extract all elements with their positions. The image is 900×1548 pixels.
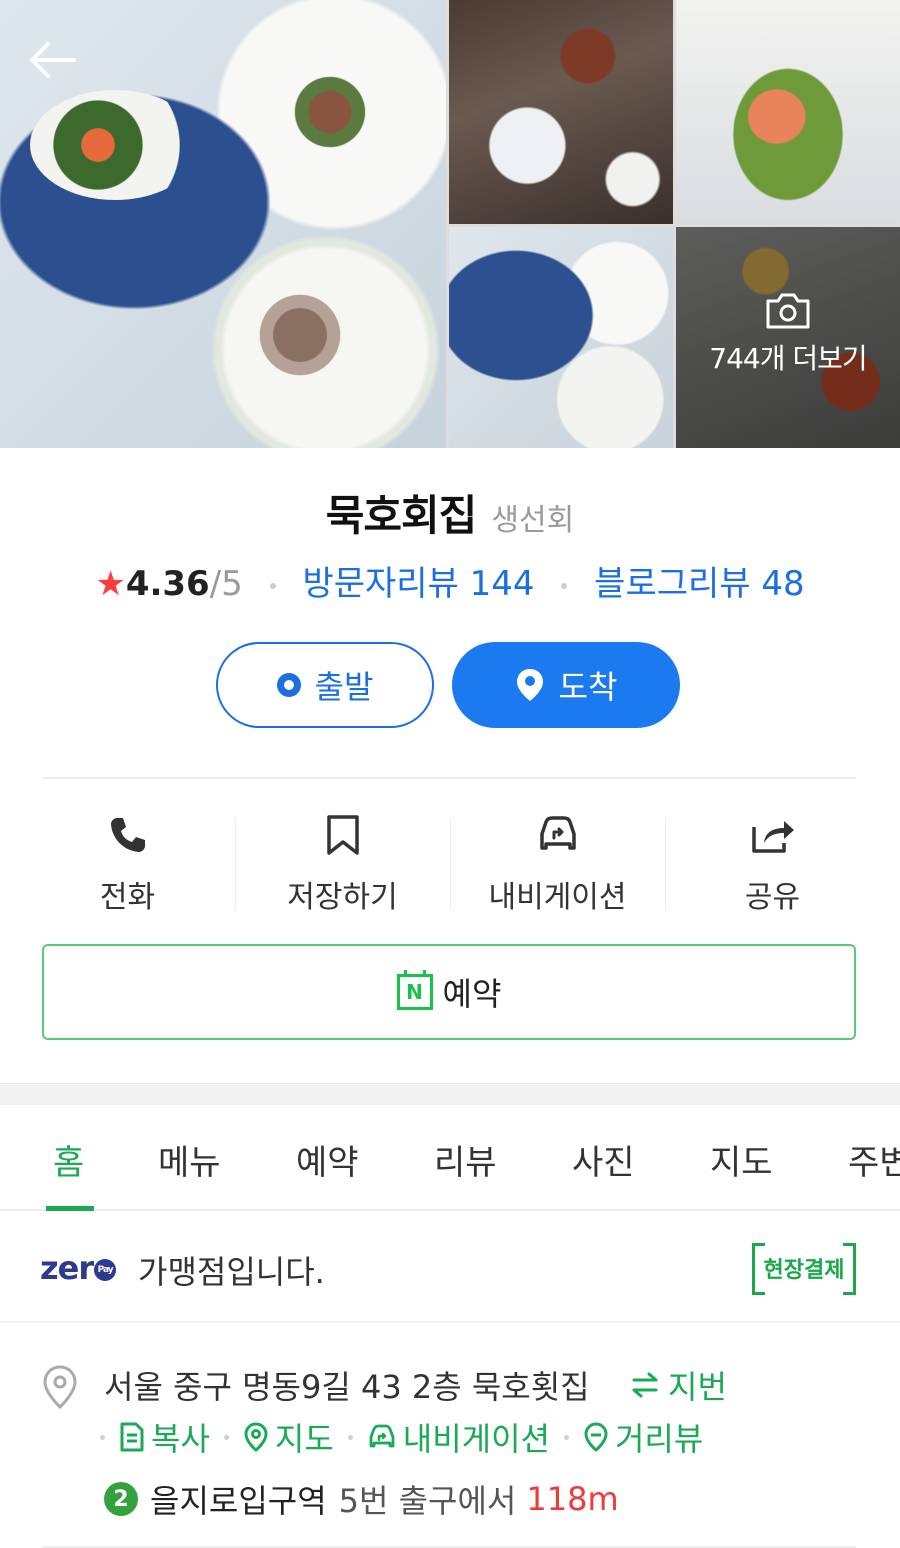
- rating-score: 4.36: [125, 564, 210, 604]
- car-navigation-icon: [539, 816, 576, 850]
- section-divider: [0, 1083, 900, 1105]
- route-buttons: 출발 도착: [216, 642, 680, 728]
- station-exit: 5번 출구에서: [338, 1482, 517, 1520]
- location-pin-icon: [43, 1365, 77, 1410]
- arrive-button[interactable]: 도착: [452, 642, 680, 728]
- share-icon: [751, 821, 794, 853]
- place-name: 묵호회집: [325, 491, 478, 540]
- tab-menu[interactable]: 메뉴: [158, 1135, 221, 1184]
- tab-photos[interactable]: 사진: [572, 1135, 635, 1184]
- phone-icon: [110, 818, 145, 852]
- jibun-toggle[interactable]: 지번: [630, 1362, 727, 1408]
- separator-dot: [100, 1434, 105, 1440]
- gallery-photo[interactable]: [449, 0, 673, 224]
- station-name: 을지로입구역: [150, 1482, 327, 1520]
- save-label: 저장하기: [287, 880, 398, 915]
- separator-dot: [223, 1434, 229, 1440]
- naver-booking-icon: N: [396, 970, 433, 1010]
- camera-icon: [766, 293, 810, 329]
- separator-dot: [269, 582, 276, 589]
- photo-gallery: 744개 더보기: [0, 0, 900, 448]
- save-button[interactable]: 저장하기: [235, 808, 450, 918]
- map-pin-icon: [244, 1422, 268, 1452]
- copy-icon: [120, 1422, 144, 1452]
- separator-dot: [563, 1434, 569, 1440]
- address-actions: 복사 지도 내비게이션 거리뷰: [100, 1414, 703, 1460]
- roadview-button[interactable]: 거리뷰: [583, 1414, 703, 1460]
- zeropay-text: 가맹점입니다.: [138, 1253, 325, 1291]
- navigation-label: 내비게이션: [488, 880, 627, 915]
- origin-dot-icon: [276, 673, 301, 697]
- jibun-label: 지번: [668, 1368, 727, 1406]
- bookmark-icon: [326, 815, 359, 855]
- place-category: 생선회: [491, 503, 575, 538]
- zeropay-logo: zer Pay: [40, 1249, 117, 1287]
- share-label: 공유: [744, 880, 801, 915]
- copy-address-button[interactable]: 복사: [119, 1414, 210, 1460]
- map-pin-icon: [516, 669, 543, 701]
- arrow-left-icon: [30, 42, 76, 78]
- rating-max: /5: [209, 564, 243, 604]
- gallery-photo[interactable]: [676, 0, 900, 224]
- action-bar: 전화 저장하기 내비게이션 공유: [20, 808, 880, 918]
- tab-bar: 홈 메뉴 예약 리뷰 사진 지도 주변: [0, 1105, 900, 1211]
- depart-label: 출발: [314, 668, 374, 706]
- reserve-button[interactable]: N 예약: [42, 944, 856, 1040]
- share-button[interactable]: 공유: [665, 808, 880, 918]
- tab-reservation[interactable]: 예약: [296, 1135, 359, 1184]
- more-photos-label: 744개 더보기: [709, 342, 867, 375]
- tab-map[interactable]: 지도: [710, 1135, 773, 1184]
- separator-dot: [347, 1434, 353, 1440]
- arrive-label: 도착: [558, 668, 618, 706]
- gallery-photo[interactable]: [449, 227, 673, 448]
- roadview-icon: [584, 1422, 608, 1452]
- station-distance: 118m: [526, 1480, 619, 1518]
- navigation-button[interactable]: 내비게이션: [450, 808, 665, 918]
- subway-line-badge: 2: [104, 1482, 138, 1516]
- star-icon: ★: [95, 564, 126, 604]
- tab-reviews[interactable]: 리뷰: [434, 1135, 497, 1184]
- reserve-label: 예약: [442, 975, 502, 1013]
- gallery-more-photos[interactable]: 744개 더보기: [676, 227, 900, 448]
- map-button[interactable]: 지도: [243, 1414, 334, 1460]
- swap-arrows-icon: [632, 1372, 658, 1398]
- depart-button[interactable]: 출발: [216, 642, 434, 728]
- place-title-row: 묵호회집 생선회: [0, 482, 900, 543]
- navigation-link[interactable]: 내비게이션: [367, 1414, 550, 1460]
- call-label: 전화: [99, 880, 156, 915]
- call-button[interactable]: 전화: [20, 808, 235, 918]
- tab-nearby[interactable]: 주변: [848, 1135, 900, 1184]
- divider: [42, 777, 856, 779]
- car-icon: [369, 1424, 395, 1448]
- onsite-payment-badge: 현장결제: [752, 1243, 856, 1295]
- separator-dot: [561, 582, 568, 589]
- visitor-review-link[interactable]: 방문자리뷰 144: [302, 564, 534, 604]
- zeropay-row: zer Pay 가맹점입니다. 현장결제: [0, 1213, 900, 1323]
- blog-review-link[interactable]: 블로그리뷰 48: [594, 564, 804, 604]
- tab-home[interactable]: 홈: [53, 1135, 84, 1184]
- back-button[interactable]: [22, 34, 82, 86]
- subway-info: 2 을지로입구역 5번 출구에서 118m: [104, 1476, 619, 1522]
- rating-row: ★4.36/5 방문자리뷰 144 블로그리뷰 48: [0, 556, 900, 605]
- active-tab-indicator: [46, 1206, 94, 1211]
- address-text: 서울 중구 명동9길 43 2층 묵호횟집: [104, 1368, 590, 1406]
